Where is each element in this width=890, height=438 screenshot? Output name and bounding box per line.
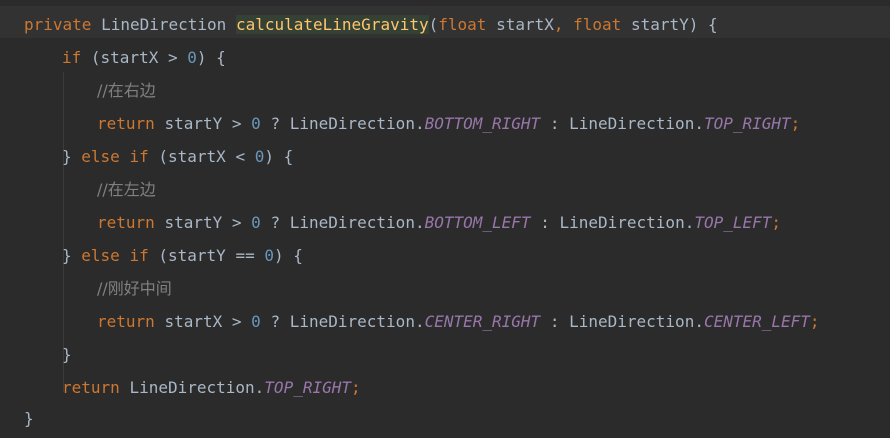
- condition-open: (startY: [158, 246, 226, 265]
- condition-open: (startX: [90, 48, 159, 67]
- keyword-else: else: [81, 246, 120, 265]
- ternary-question: ?: [270, 213, 281, 232]
- keyword-if: if: [62, 48, 82, 67]
- semicolon: ;: [771, 213, 782, 232]
- close-brace: }: [62, 147, 72, 166]
- variable: startY: [164, 114, 223, 133]
- code-line-7[interactable]: return startY > 0 ? LineDirection.BOTTOM…: [97, 206, 781, 239]
- constant: TOP_RIGHT: [264, 378, 351, 397]
- ternary-colon: :: [549, 312, 560, 331]
- number-literal: 0: [187, 48, 197, 67]
- variable: startY: [164, 213, 223, 232]
- semicolon: ;: [790, 114, 801, 133]
- constant: TOP_RIGHT: [703, 114, 791, 133]
- comment: //刚好中间: [97, 279, 172, 298]
- close-brace: }: [62, 246, 72, 265]
- param-starty: startY: [630, 15, 689, 34]
- method-name: calculateLineGravity: [235, 15, 429, 34]
- code-line-11[interactable]: }: [62, 338, 72, 371]
- condition-close: ) {: [264, 147, 294, 166]
- code-line-8[interactable]: } else if (startY == 0) {: [62, 239, 303, 272]
- code-line-13[interactable]: }: [24, 402, 34, 435]
- operator: >: [231, 114, 242, 133]
- open-paren: (: [428, 15, 439, 34]
- class-ref: LineDirection.: [569, 114, 704, 133]
- keyword-return: return: [97, 312, 155, 331]
- comma: ,: [553, 15, 564, 34]
- close-brace: }: [62, 345, 72, 364]
- keyword-return: return: [97, 114, 155, 133]
- operator: >: [231, 312, 242, 331]
- keyword-float: float: [573, 15, 622, 34]
- class-ref: LineDirection.: [289, 312, 425, 331]
- number-literal: 0: [251, 312, 261, 331]
- comment: //在右边: [97, 81, 156, 100]
- param-startx: startX: [496, 15, 554, 34]
- indent-guide: [63, 270, 64, 330]
- comment: //在左边: [97, 180, 156, 199]
- semicolon: ;: [351, 378, 361, 397]
- code-line-4[interactable]: return startY > 0 ? LineDirection.BOTTOM…: [97, 107, 800, 140]
- keyword-else: else: [81, 147, 120, 166]
- condition-close: ) {: [196, 48, 226, 67]
- number-literal: 0: [254, 147, 265, 166]
- code-line-5[interactable]: } else if (startX < 0) {: [62, 140, 293, 173]
- ternary-colon: :: [540, 213, 550, 232]
- open-brace: {: [708, 15, 718, 34]
- constant: BOTTOM_RIGHT: [424, 114, 541, 133]
- keyword-if: if: [129, 246, 149, 265]
- condition-close: ) {: [273, 246, 303, 265]
- operator: <: [235, 147, 246, 166]
- operator: ==: [235, 246, 255, 265]
- return-type: LineDirection: [101, 15, 227, 34]
- close-paren: ): [688, 15, 699, 34]
- constant: TOP_LEFT: [694, 213, 772, 232]
- ternary-question: ?: [270, 312, 281, 331]
- keyword-float: float: [438, 15, 487, 34]
- keyword-return: return: [62, 378, 120, 397]
- class-ref: LineDirection.: [289, 114, 425, 133]
- class-ref: LineDirection.: [569, 312, 704, 331]
- condition-open: (startX: [158, 147, 226, 166]
- code-line-10[interactable]: return startX > 0 ? LineDirection.CENTER…: [97, 305, 820, 338]
- code-line-12[interactable]: return LineDirection.TOP_RIGHT;: [62, 371, 361, 404]
- semicolon: ;: [809, 312, 820, 331]
- class-ref: LineDirection.: [129, 378, 265, 397]
- constant: CENTER_RIGHT: [424, 312, 541, 331]
- constant: CENTER_LEFT: [703, 312, 810, 331]
- ternary-question: ?: [270, 114, 281, 133]
- indent-guide: [63, 172, 64, 232]
- ternary-colon: :: [549, 114, 560, 133]
- keyword-if: if: [129, 147, 149, 166]
- class-ref: LineDirection.: [559, 213, 695, 232]
- number-literal: 0: [251, 213, 261, 232]
- code-line-2[interactable]: if (startX > 0) {: [62, 41, 226, 74]
- keyword-return: return: [97, 213, 155, 232]
- operator: >: [231, 213, 242, 232]
- code-editor[interactable]: private LineDirection calculateLineGravi…: [0, 0, 890, 438]
- keyword-private: private: [24, 15, 92, 34]
- variable: startX: [164, 312, 223, 331]
- code-line-1[interactable]: private LineDirection calculateLineGravi…: [24, 8, 718, 41]
- number-literal: 0: [264, 246, 274, 265]
- close-brace: }: [24, 409, 34, 428]
- operator: >: [167, 48, 178, 67]
- code-line-3[interactable]: //在右边: [97, 74, 156, 107]
- code-line-6[interactable]: //在左边: [97, 173, 156, 206]
- code-line-9[interactable]: //刚好中间: [97, 272, 172, 305]
- class-ref: LineDirection.: [289, 213, 425, 232]
- number-literal: 0: [251, 114, 261, 133]
- constant: BOTTOM_LEFT: [424, 213, 531, 232]
